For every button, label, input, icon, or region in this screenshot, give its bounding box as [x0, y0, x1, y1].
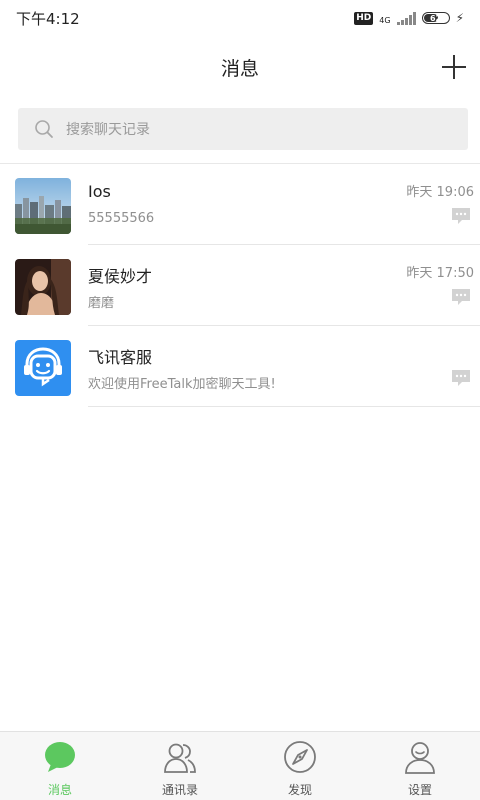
tab-label: 设置 — [407, 783, 432, 797]
avatar — [15, 340, 71, 396]
network-type: 4G — [379, 16, 391, 25]
tab-settings[interactable]: 设置 — [360, 732, 480, 800]
contacts-icon — [164, 743, 196, 773]
search-placeholder: 搜索聊天记录 — [66, 122, 150, 138]
add-button[interactable] — [440, 53, 468, 81]
chat-name: 夏侯妙才 — [88, 267, 153, 286]
user-settings-icon — [405, 742, 435, 774]
divider — [88, 406, 480, 407]
tab-label: 消息 — [47, 783, 72, 797]
tab-discover[interactable]: 发现 — [240, 732, 360, 800]
tab-label: 发现 — [287, 783, 312, 797]
status-time: 下午4:12 — [16, 9, 80, 28]
signal-icon — [396, 11, 416, 25]
city-skyline-photo — [15, 178, 71, 234]
status-icons: HD 4G 62 ⚡ — [354, 11, 464, 25]
tab-label: 通讯录 — [161, 783, 198, 797]
chat-preview: 磨磨 — [88, 296, 115, 311]
chat-name: Ios — [88, 182, 111, 201]
charging-icon: ⚡ — [455, 11, 464, 25]
battery-icon: 62 — [421, 12, 450, 24]
chat-list: Ios 55555566 昨天 19:06 夏侯妙才 磨磨 昨天 17:50 飞… — [0, 164, 480, 407]
page-title: 消息 — [220, 57, 259, 80]
chat-name: 飞讯客服 — [88, 348, 153, 367]
woman-portrait-photo — [15, 259, 71, 315]
message-bubble-icon — [452, 208, 470, 224]
chat-time: 昨天 17:50 — [406, 266, 474, 281]
bottom-tab-bar: 消息 通讯录 发现 设置 — [0, 731, 480, 800]
status-bar: 下午4:12 HD 4G 62 ⚡ — [0, 0, 480, 36]
hd-icon: HD — [354, 11, 374, 25]
title-bar: 消息 — [0, 36, 480, 98]
chat-item-xiahou[interactable]: 夏侯妙才 磨磨 昨天 17:50 — [0, 245, 480, 326]
chat-time: 昨天 19:06 — [406, 185, 474, 200]
search-icon — [35, 120, 53, 138]
compass-icon — [284, 741, 316, 773]
avatar — [15, 259, 71, 315]
chat-preview: 55555566 — [88, 211, 155, 226]
chat-bubble-icon — [45, 742, 75, 772]
tab-messages[interactable]: 消息 — [0, 732, 120, 800]
chat-preview: 欢迎使用FreeTalk加密聊天工具! — [88, 377, 276, 392]
message-bubble-icon — [452, 289, 470, 305]
battery-level: 62 — [429, 13, 442, 23]
chat-item-ios[interactable]: Ios 55555566 昨天 19:06 — [0, 164, 480, 245]
search-input[interactable]: 搜索聊天记录 — [18, 108, 468, 150]
chat-item-customer-service[interactable]: 飞讯客服 欢迎使用FreeTalk加密聊天工具! — [0, 326, 480, 407]
customer-service-headset-icon — [15, 340, 71, 396]
message-bubble-icon — [452, 370, 470, 386]
tab-contacts[interactable]: 通讯录 — [120, 732, 240, 800]
avatar — [15, 178, 71, 234]
